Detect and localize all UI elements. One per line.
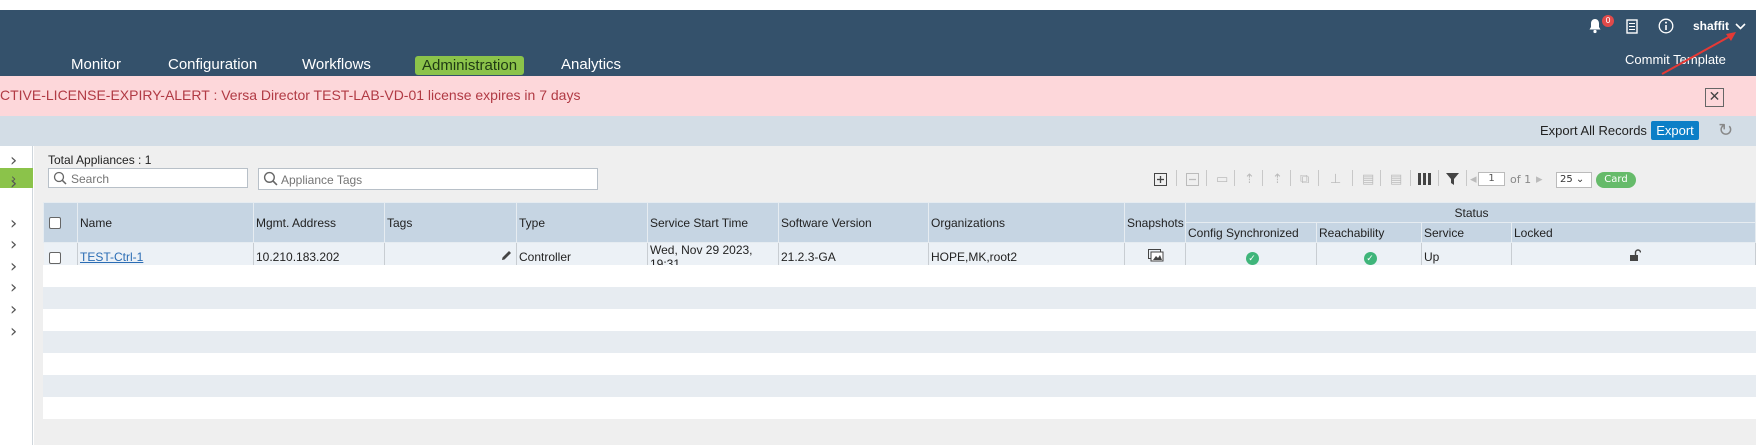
- search-icon: [263, 171, 278, 186]
- left-sidebar: › › › › › › › › ›: [0, 146, 33, 445]
- deploy-icon[interactable]: ⇡: [1272, 170, 1283, 188]
- card-view-button[interactable]: Card: [1596, 172, 1636, 188]
- snapshots-icon[interactable]: [1148, 249, 1164, 265]
- col-service[interactable]: Service: [1421, 222, 1512, 243]
- col-name[interactable]: Name: [77, 202, 254, 243]
- appliance-name-link[interactable]: TEST-Ctrl-1: [80, 250, 143, 264]
- edit-pencil-icon[interactable]: [501, 250, 512, 264]
- col-reachability[interactable]: Reachability: [1316, 222, 1422, 243]
- check-circle-icon: ✓: [1245, 251, 1259, 265]
- col-software-version[interactable]: Software Version: [778, 202, 929, 243]
- clone-icon[interactable]: ⧉: [1300, 170, 1309, 188]
- chevron-right-icon[interactable]: ›: [10, 299, 17, 320]
- columns-icon[interactable]: [1418, 170, 1431, 188]
- empty-row: [43, 375, 1756, 397]
- export-all-records-label: Export All Records: [1540, 123, 1647, 138]
- total-appliances: Total Appliances : 1: [48, 153, 152, 167]
- search-input[interactable]: [71, 170, 230, 187]
- select-all-header: [43, 202, 78, 243]
- task-list-icon[interactable]: [1626, 14, 1638, 38]
- add-icon[interactable]: [1154, 170, 1167, 188]
- export-button[interactable]: Export: [1651, 121, 1699, 140]
- row-checkbox[interactable]: [48, 251, 61, 264]
- search-icon: [53, 171, 67, 185]
- refresh-icon[interactable]: ↻: [1718, 120, 1733, 141]
- search-box[interactable]: [48, 168, 248, 188]
- page-number-input[interactable]: 1: [1478, 172, 1505, 186]
- alert-message: CTIVE-LICENSE-EXPIRY-ALERT : Versa Direc…: [0, 87, 581, 103]
- appliance-tags-box[interactable]: [258, 168, 598, 190]
- remove-icon[interactable]: [1186, 170, 1199, 188]
- nav-administration[interactable]: Administration: [415, 56, 525, 75]
- unlock-icon[interactable]: [1629, 249, 1641, 265]
- col-organizations[interactable]: Organizations: [928, 202, 1125, 243]
- page-count-label: of 1: [1510, 173, 1532, 186]
- appliance-tags-input[interactable]: [281, 171, 552, 188]
- col-config-synchronized[interactable]: Config Synchronized: [1185, 222, 1317, 243]
- per-page-value: 25: [1560, 174, 1573, 185]
- col-snapshots[interactable]: Snapshots: [1124, 202, 1186, 243]
- upgrade-icon[interactable]: ⇡: [1244, 170, 1255, 188]
- empty-row: [43, 265, 1756, 287]
- empty-row: [43, 331, 1756, 353]
- chevron-right-icon[interactable]: ›: [10, 173, 17, 194]
- chevron-right-icon[interactable]: ›: [10, 321, 17, 342]
- browser-top-strip: [0, 0, 1756, 10]
- annotation-arrow-icon: [1661, 32, 1736, 75]
- empty-row: [43, 397, 1756, 419]
- empty-row: [43, 353, 1756, 375]
- upload-icon[interactable]: ⊥: [1330, 170, 1341, 188]
- select-all-checkbox[interactable]: [49, 217, 61, 230]
- per-page-select[interactable]: 25 ⌄: [1556, 172, 1592, 188]
- appliances-panel: Total Appliances : 1 ▭ ⇡ ⇡ ⧉ ⊥ ▤ ▤ ◂ 1 o…: [34, 146, 1756, 445]
- chevron-right-icon[interactable]: ›: [10, 150, 17, 171]
- report-icon[interactable]: ▤: [1390, 170, 1402, 188]
- check-circle-icon: ✓: [1363, 251, 1377, 265]
- empty-row: [43, 287, 1756, 309]
- col-type[interactable]: Type: [516, 202, 648, 243]
- col-mgmt-address[interactable]: Mgmt. Address: [253, 202, 385, 243]
- export-bar: Export All Records Export ↻: [0, 116, 1756, 146]
- appliances-table: Name Mgmt. Address Tags Type Service Sta…: [43, 202, 1756, 272]
- top-header: 0 shaffit Monitor Configuration Workflow…: [0, 10, 1756, 76]
- chevron-right-icon[interactable]: ›: [10, 213, 17, 234]
- previous-page-icon[interactable]: ◂: [1470, 170, 1477, 188]
- col-locked[interactable]: Locked: [1511, 222, 1756, 243]
- document-icon[interactable]: ▤: [1362, 170, 1374, 188]
- col-tags[interactable]: Tags: [384, 202, 517, 243]
- filter-icon[interactable]: [1446, 170, 1459, 188]
- next-page-icon[interactable]: ▸: [1536, 170, 1543, 188]
- image-icon[interactable]: ▭: [1216, 170, 1228, 188]
- bell-icon[interactable]: [1588, 14, 1602, 38]
- chevron-right-icon[interactable]: ›: [10, 277, 17, 298]
- chevron-right-icon[interactable]: ›: [10, 256, 17, 277]
- notification-count-badge: 0: [1602, 15, 1614, 27]
- license-alert-banner: CTIVE-LICENSE-EXPIRY-ALERT : Versa Direc…: [0, 76, 1756, 116]
- col-status-group: Status: [1185, 202, 1756, 223]
- chevron-right-icon[interactable]: ›: [10, 234, 17, 255]
- close-icon[interactable]: ✕: [1705, 88, 1724, 107]
- col-service-start-time[interactable]: Service Start Time: [647, 202, 779, 243]
- empty-row: [43, 309, 1756, 331]
